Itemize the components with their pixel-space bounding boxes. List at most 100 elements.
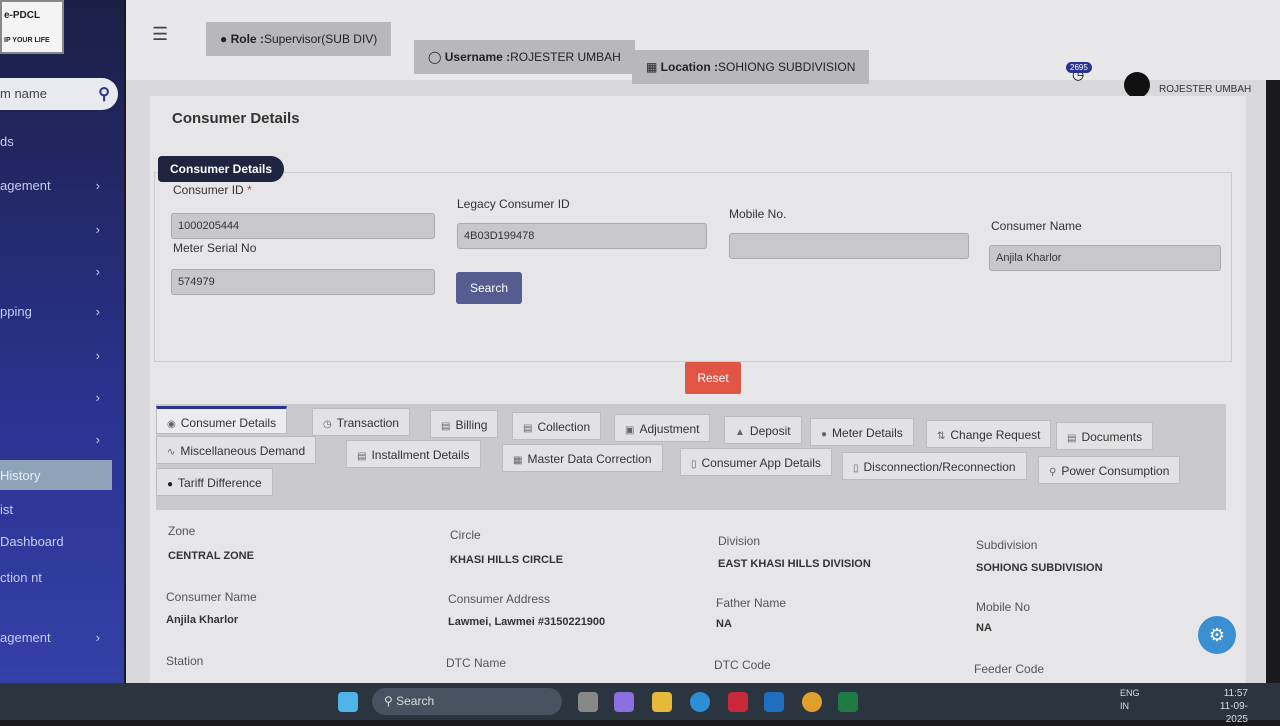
sidebar-item[interactable]: pping › bbox=[0, 300, 112, 324]
sidebar-item-label: ction nt bbox=[0, 570, 42, 585]
outlook-icon[interactable] bbox=[764, 692, 784, 712]
tab-consumer-details[interactable]: ◉ Consumer Details bbox=[156, 406, 288, 434]
notification-badge: 2695 bbox=[1066, 62, 1092, 73]
division-label: Division bbox=[718, 534, 761, 548]
subdivision-label: Subdivision bbox=[976, 538, 1038, 552]
tab-power-consumption[interactable]: ⚲ Power Consumption bbox=[1038, 456, 1181, 484]
tab-label: Consumer Details bbox=[180, 416, 277, 430]
clock[interactable]: 11:57 11-09-2025 bbox=[1198, 687, 1248, 726]
excel-icon[interactable] bbox=[838, 692, 858, 712]
dtc-name-label: DTC Name bbox=[446, 656, 507, 670]
clock-icon: ◷ bbox=[323, 419, 332, 430]
main-area: ☰ ● Role :Supervisor(SUB DIV) ◯ Username… bbox=[126, 0, 1280, 683]
consumer-name-input[interactable]: Anjila Kharlor bbox=[989, 245, 1221, 271]
meter-serial-input[interactable]: 574979 bbox=[171, 269, 435, 295]
sidebar-item[interactable]: › bbox=[0, 260, 112, 284]
tab-tariff-difference[interactable]: ● Tariff Difference bbox=[156, 468, 273, 496]
avatar[interactable] bbox=[1124, 72, 1150, 98]
tab-meter-details[interactable]: ● Meter Details bbox=[810, 418, 914, 446]
feeder-code-label: Feeder Code bbox=[974, 662, 1045, 676]
location-value: SOHIONG SUBDIVISION bbox=[718, 60, 856, 74]
sidebar-item[interactable]: › bbox=[0, 344, 112, 368]
tab-label: Tariff Difference bbox=[178, 476, 262, 490]
sidebar-item-label: pping bbox=[0, 304, 32, 319]
tab-label: Transaction bbox=[336, 416, 399, 430]
consumer-id-input[interactable]: 1000205444 bbox=[171, 213, 435, 239]
sidebar-item-label: agement bbox=[0, 630, 51, 645]
windows-start-icon[interactable] bbox=[338, 692, 358, 712]
table-icon: ▦ bbox=[513, 455, 523, 466]
chevron-right-icon: › bbox=[95, 390, 100, 405]
tab-consumer-app-details[interactable]: ▯ Consumer App Details bbox=[680, 448, 832, 476]
tab-deposit[interactable]: ▲ Deposit bbox=[724, 416, 802, 444]
circle-label: Circle bbox=[450, 528, 481, 542]
tab-label: Collection bbox=[537, 420, 591, 434]
sidebar-item[interactable]: ds bbox=[0, 130, 112, 154]
sidebar-item-label: agement bbox=[0, 178, 51, 193]
file-explorer-icon[interactable] bbox=[652, 692, 672, 712]
tab-collection[interactable]: ▤ Collection bbox=[512, 412, 602, 440]
tab-miscellaneous-demand[interactable]: ∿ Miscellaneous Demand bbox=[156, 436, 317, 464]
notification-clock-icon[interactable]: ◷ 2695 bbox=[1066, 62, 1092, 83]
tab-master-data-correction[interactable]: ▦ Master Data Correction bbox=[502, 444, 663, 472]
collection-icon: ▤ bbox=[523, 423, 533, 434]
consumer-address-label: Consumer Address bbox=[448, 592, 551, 606]
role-value: Supervisor(SUB DIV) bbox=[263, 32, 378, 46]
tab-billing[interactable]: ▤ Billing bbox=[430, 410, 499, 438]
mobile-no-value: NA bbox=[976, 622, 992, 634]
tab-label: Adjustment bbox=[639, 422, 700, 436]
consumer-details-card: Consumer Details Consumer ID * 100020544… bbox=[150, 96, 1246, 683]
consumer-address-value: Lawmei, Lawmei #3150221900 bbox=[448, 616, 606, 628]
settings-gear-icon[interactable]: ⚙ bbox=[1198, 616, 1236, 654]
tab-change-request[interactable]: ⇅ Change Request bbox=[926, 420, 1052, 448]
page-title: Consumer Details bbox=[172, 110, 300, 127]
sidebar-item[interactable]: › bbox=[0, 428, 112, 452]
sidebar-item-label: Dashboard bbox=[0, 534, 64, 549]
bulb-icon: ⚲ bbox=[1049, 467, 1057, 478]
tab-label: Master Data Correction bbox=[527, 452, 652, 466]
zone-value: CENTRAL ZONE bbox=[168, 550, 254, 562]
sidebar-item[interactable]: agement › bbox=[0, 626, 112, 650]
sidebar-item[interactable]: agement › bbox=[0, 174, 112, 198]
reset-button[interactable]: Reset bbox=[685, 362, 741, 394]
tab-installment-details[interactable]: ▤ Installment Details bbox=[346, 440, 481, 468]
sidebar-item[interactable]: ist bbox=[0, 498, 112, 522]
tab-disconnection-reconnection[interactable]: ▯ Disconnection/Reconnection bbox=[842, 452, 1027, 480]
search-button[interactable]: Search bbox=[456, 272, 522, 304]
edge-icon[interactable] bbox=[690, 692, 710, 712]
tab-transaction[interactable]: ◷ Transaction bbox=[312, 408, 410, 436]
sidebar-item[interactable]: ction nt bbox=[0, 566, 90, 606]
section-badge: Consumer Details bbox=[158, 156, 285, 182]
hamburger-menu-icon[interactable]: ☰ bbox=[152, 24, 168, 45]
username-label: Username : bbox=[444, 50, 511, 64]
topbar: ☰ ● Role :Supervisor(SUB DIV) ◯ Username… bbox=[126, 0, 1280, 98]
taskbar-search[interactable]: ⚲ Search bbox=[372, 688, 562, 715]
system-tray[interactable]: ENG IN bbox=[1120, 687, 1140, 713]
sidebar-item[interactable]: › bbox=[0, 386, 112, 410]
tab-bar: ◉ Consumer Details ◷ Transaction ▤ Billing … bbox=[156, 404, 1226, 510]
subdivision-value: SOHIONG SUBDIVISION bbox=[976, 562, 1103, 574]
sidebar-item-dashboard[interactable]: Dashboard bbox=[0, 530, 112, 554]
legacy-id-input[interactable]: 4B03D199478 bbox=[457, 223, 707, 249]
consumer-name-value: Anjila Kharlor bbox=[166, 614, 239, 626]
chrome-icon[interactable] bbox=[802, 692, 822, 712]
language-label: ENG bbox=[1120, 688, 1140, 698]
copilot-icon[interactable] bbox=[614, 692, 634, 712]
mobile-input[interactable] bbox=[729, 233, 969, 259]
station-label: Station bbox=[166, 654, 204, 668]
circle-value: KHASI HILLS CIRCLE bbox=[450, 554, 564, 566]
search-icon[interactable]: ⚲ bbox=[98, 84, 110, 104]
sidebar-item-history[interactable]: History bbox=[0, 460, 112, 490]
logo: e-PDCL IP YOUR LIFE bbox=[0, 0, 64, 54]
tab-label: Billing bbox=[455, 418, 488, 432]
menu-search-input[interactable]: m name ⚲ bbox=[0, 78, 118, 110]
installment-icon: ▤ bbox=[357, 451, 367, 462]
tab-adjustment[interactable]: ▣ Adjustment bbox=[614, 414, 711, 442]
tab-label: Documents bbox=[1081, 430, 1143, 444]
tab-documents[interactable]: ▤ Documents bbox=[1056, 422, 1154, 450]
task-view-icon[interactable] bbox=[578, 692, 598, 712]
sidebar-item[interactable]: › bbox=[0, 218, 112, 242]
mcafee-icon[interactable] bbox=[728, 692, 748, 712]
user-name[interactable]: ROJESTER UMBAH bbox=[1159, 84, 1251, 95]
bill-icon: ▤ bbox=[441, 421, 451, 432]
